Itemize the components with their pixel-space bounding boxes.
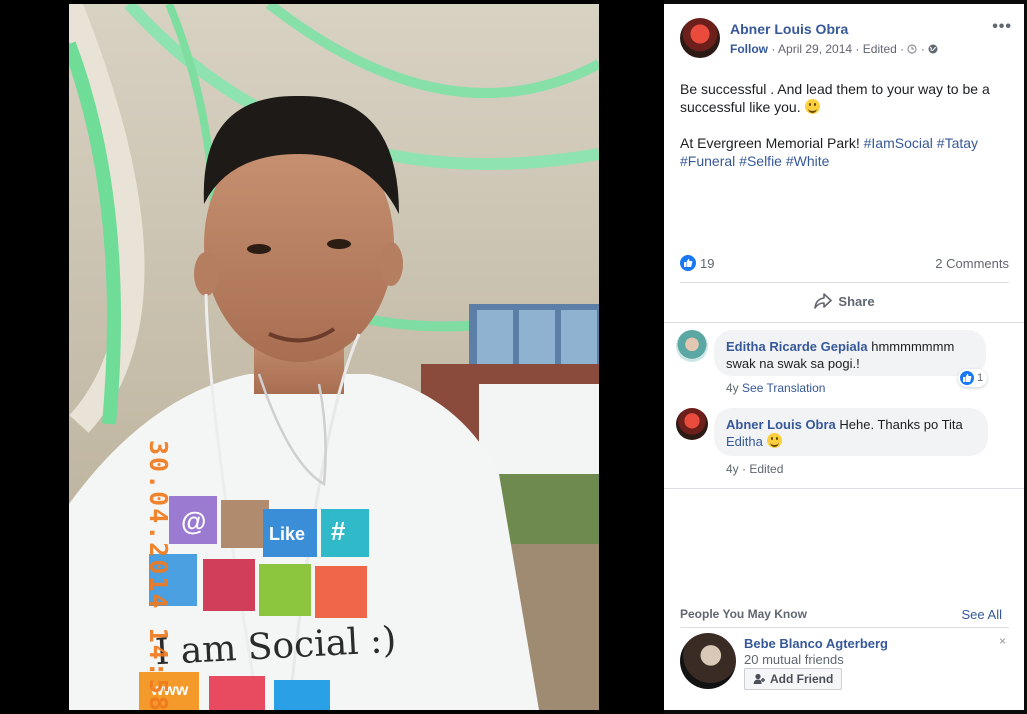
clock-icon <box>907 44 918 54</box>
like-reaction-icon <box>960 371 974 385</box>
hashtag-link[interactable]: #Selfie <box>739 153 782 169</box>
follow-link[interactable]: Follow <box>730 42 768 56</box>
divider <box>680 627 1009 628</box>
see-all-link[interactable]: See All <box>962 607 1002 622</box>
photo-date-stamp: 30.04.2014 14:58 <box>144 440 173 710</box>
author-avatar[interactable] <box>680 18 720 58</box>
shirt-hash-symbol: # <box>331 516 346 546</box>
meta-separator: · <box>742 462 747 476</box>
shirt-at-symbol: @ <box>181 506 207 536</box>
comment-bubble: Abner Louis Obra Hehe. Thanks po Tita Ed… <box>714 408 988 456</box>
post-details-panel: Abner Louis Obra Follow · April 29, 2014… <box>664 4 1024 710</box>
commenter-avatar[interactable] <box>676 330 708 362</box>
share-arrow-icon <box>814 293 833 309</box>
post-caption: Be successful . And lead them to your wa… <box>680 80 1012 116</box>
hashtag-link[interactable]: #White <box>786 153 830 169</box>
suggested-person-name[interactable]: Bebe Blanco Agterberg <box>744 636 888 651</box>
smiley-emoji-icon <box>766 433 782 448</box>
share-label: Share <box>838 293 875 309</box>
pymk-title: People You May Know <box>680 607 807 621</box>
post-date[interactable]: April 29, 2014 <box>778 42 852 56</box>
comment-meta: 4y See Translation <box>726 381 825 395</box>
commenter-name[interactable]: Editha Ricarde Gepiala <box>726 339 868 354</box>
share-button[interactable]: Share <box>680 287 1009 317</box>
mention-link[interactable]: Editha <box>726 434 763 449</box>
hashtag-link[interactable]: #Funeral <box>680 153 735 169</box>
post-photo[interactable]: @ Like # I am Social :) www 30.04.2014 1… <box>69 4 599 710</box>
suggested-person-avatar[interactable] <box>680 633 736 689</box>
comment-text: Hehe. Thanks po Tita <box>839 417 963 432</box>
post-meta: Follow · April 29, 2014 · Edited · · <box>730 42 938 56</box>
add-friend-button[interactable]: Add Friend <box>744 668 843 690</box>
comments-count-link[interactable]: 2 Comments <box>935 256 1009 271</box>
more-options-button[interactable]: ••• <box>992 18 1012 36</box>
hashtag-link[interactable]: #Tatay <box>937 135 978 151</box>
comment-reaction-count: 1 <box>977 372 984 384</box>
post-location-line: At Evergreen Memorial Park! #IamSocial #… <box>680 134 1012 170</box>
post-stats: 19 2 Comments <box>680 253 1009 275</box>
dismiss-suggestion-close-icon[interactable]: × <box>999 634 1006 648</box>
commenter-avatar[interactable] <box>676 408 708 440</box>
like-reaction-icon[interactable] <box>680 255 696 271</box>
comment-edited-label[interactable]: Edited <box>749 462 783 476</box>
meta-separator: · <box>855 42 860 56</box>
location-text: At Evergreen Memorial Park! <box>680 135 860 151</box>
post-header: Abner Louis Obra Follow · April 29, 2014… <box>680 18 1012 62</box>
post-caption-text: Be successful . And lead them to your wa… <box>680 81 990 115</box>
add-friend-label: Add Friend <box>770 672 834 686</box>
globe-icon[interactable] <box>928 44 938 54</box>
post-text: Be successful . And lead them to your wa… <box>680 80 1012 188</box>
add-person-icon <box>753 673 765 684</box>
commenter-name[interactable]: Abner Louis Obra <box>726 417 836 432</box>
divider <box>680 282 1009 283</box>
mutual-friends-text[interactable]: 20 mutual friends <box>744 652 844 667</box>
divider <box>664 488 1024 489</box>
photo-viewer: @ Like # I am Social :) www 30.04.2014 1… <box>0 0 664 714</box>
hashtag-link[interactable]: #IamSocial <box>864 135 933 151</box>
comment-item: Abner Louis Obra Hehe. Thanks po Tita Ed… <box>676 408 996 478</box>
comment-age[interactable]: 4y <box>726 462 739 476</box>
comment-reactions[interactable]: 1 <box>958 369 988 387</box>
comment-bubble: Editha Ricarde Gepiala hmmmmmmm swak na … <box>714 330 986 376</box>
comment-item: Editha Ricarde Gepiala hmmmmmmm swak na … <box>676 330 996 400</box>
comment-age[interactable]: 4y <box>726 381 739 395</box>
meta-separator: · <box>900 42 905 56</box>
see-translation-link[interactable]: See Translation <box>742 381 825 395</box>
shirt-like-text: Like <box>269 524 306 544</box>
author-name[interactable]: Abner Louis Obra <box>730 21 848 37</box>
comment-meta: 4y · Edited <box>726 462 783 476</box>
meta-separator: · <box>920 42 925 56</box>
divider <box>664 322 1024 323</box>
meta-separator: · <box>771 42 776 56</box>
edited-label[interactable]: Edited <box>863 42 897 56</box>
smiley-emoji-icon <box>804 99 820 114</box>
like-count[interactable]: 19 <box>700 256 714 271</box>
